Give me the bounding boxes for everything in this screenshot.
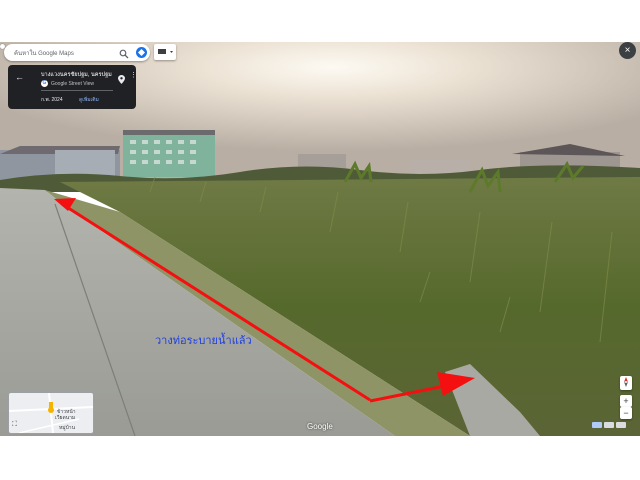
zoom-out-button[interactable]: − xyxy=(620,407,632,419)
capture-date[interactable]: ก.พ. 2024 xyxy=(41,96,63,104)
layers-toggle[interactable] xyxy=(154,44,176,60)
zoom-in-button[interactable]: + xyxy=(620,395,632,407)
location-card: ← บางแวงนครชัยปฐม, นครปฐม G Google Stree… xyxy=(8,65,137,109)
minimap-label: หมู่บ้าน xyxy=(59,425,75,431)
google-logo-icon: G xyxy=(41,80,48,87)
search-box[interactable]: ค้นหาใน Google Maps xyxy=(4,44,150,61)
back-arrow-icon[interactable]: ← xyxy=(15,72,24,82)
street-view-label: Google Street View xyxy=(51,81,94,87)
see-more-link[interactable]: ดูเพิ่มเติม xyxy=(79,96,99,104)
search-icon[interactable] xyxy=(119,46,129,64)
directions-button[interactable] xyxy=(136,47,147,58)
directions-icon xyxy=(138,49,145,56)
compass-icon xyxy=(624,377,628,387)
search-input[interactable]: ค้นหาใน Google Maps xyxy=(14,48,74,58)
footer-links[interactable] xyxy=(590,422,636,429)
pin-icon[interactable] xyxy=(118,71,125,89)
minimap[interactable]: ข้าวหน้า เวียดนาม หมู่บ้าน ⛶ xyxy=(8,392,94,434)
pegman-icon xyxy=(49,402,53,409)
divider xyxy=(41,90,113,91)
more-options-icon[interactable]: ⋮ xyxy=(130,71,137,79)
close-button[interactable]: × xyxy=(619,42,636,59)
minimap-label: เวียดนาม xyxy=(55,415,76,421)
location-title: บางแวงนครชัยปฐม, นครปฐม xyxy=(41,72,112,78)
layers-icon xyxy=(158,49,173,54)
minimap-roads xyxy=(9,393,93,433)
google-logo: Google xyxy=(307,422,333,431)
expand-map-icon[interactable]: ⛶ xyxy=(12,421,17,429)
annotation-text: วางท่อระบายน้ำแล้ว xyxy=(155,335,252,347)
compass-button[interactable] xyxy=(620,376,632,390)
